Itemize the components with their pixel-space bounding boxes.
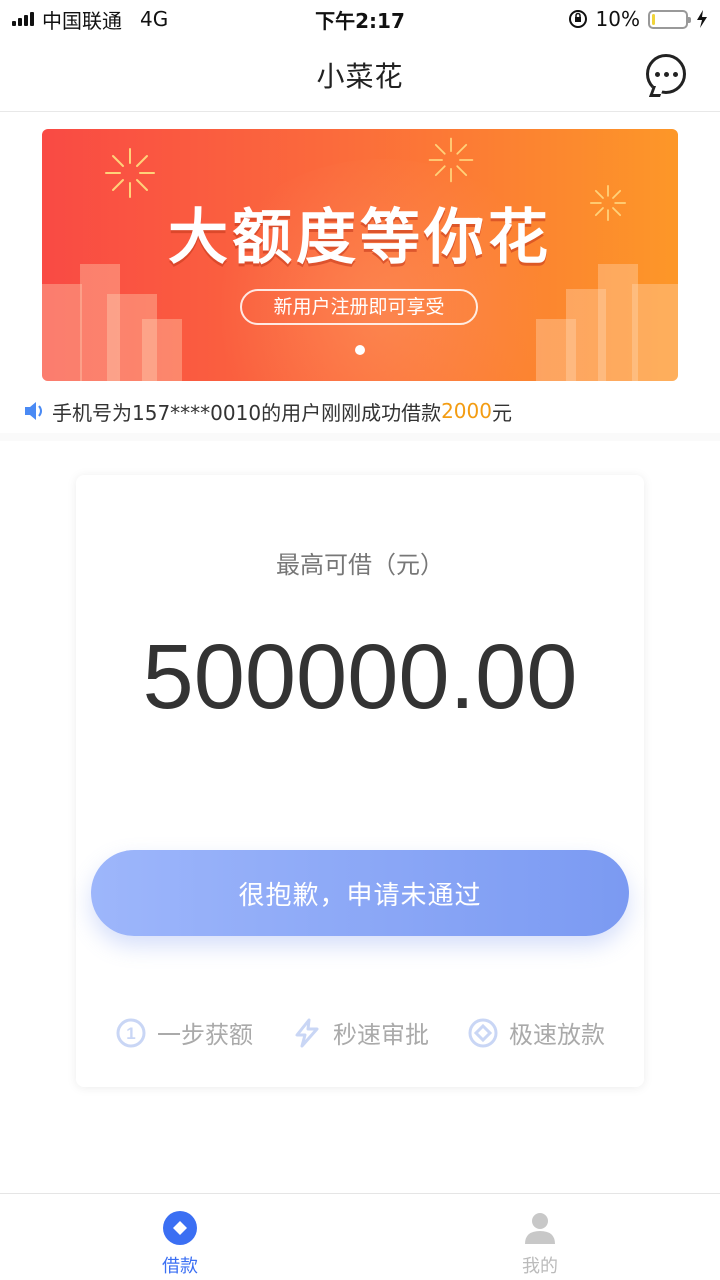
tab-bar: 借款 我的 [0, 1193, 720, 1280]
feature-item: 秒速审批 [291, 1015, 429, 1050]
feature-label: 极速放款 [509, 1021, 605, 1049]
rotation-lock-icon [568, 10, 587, 28]
feature-label: 一步获额 [157, 1021, 253, 1049]
battery-icon [648, 9, 691, 29]
network-label: 4G [140, 7, 169, 31]
apply-status-button[interactable]: 很抱歉，申请未通过 [91, 850, 629, 936]
signal-icon [12, 12, 34, 26]
divider [0, 433, 720, 441]
svg-text:1: 1 [126, 1024, 135, 1043]
page-title: 小菜花 [316, 59, 404, 93]
tab-label: 借款 [162, 1256, 198, 1277]
tab-loan[interactable]: 借款 [0, 1194, 360, 1280]
battery-percent: 10% [595, 7, 640, 31]
feature-item: 极速放款 [467, 1015, 605, 1050]
max-loan-label: 最高可借（元） [276, 551, 444, 579]
loan-notice: 手机号为157****0010的用户刚刚成功借款 2000 元 [22, 396, 512, 426]
feature-list: 1 一步获额 秒速审批 极速放款 [76, 1015, 644, 1050]
tab-mine[interactable]: 我的 [360, 1194, 720, 1280]
max-loan-amount: 500000.00 [142, 626, 578, 728]
status-left: 中国联通 4G [12, 5, 168, 34]
loan-card: 最高可借（元） 500000.00 很抱歉，申请未通过 1 一步获额 秒速审批 [76, 475, 644, 1087]
status-right: 10% [568, 7, 708, 31]
charging-icon [697, 10, 707, 28]
feature-label: 秒速审批 [333, 1021, 429, 1049]
banner-subtitle: 新用户注册即可享受 [240, 289, 478, 325]
carousel-indicator [355, 345, 365, 355]
feature-item: 1 一步获额 [115, 1015, 253, 1050]
diamond-circle-icon [467, 1017, 499, 1049]
status-bar: 中国联通 4G 下午2:17 10% [0, 0, 720, 38]
number-one-circle-icon: 1 [115, 1017, 147, 1049]
loan-icon [163, 1211, 197, 1245]
carrier-label: 中国联通 [42, 8, 122, 33]
promo-banner[interactable]: 大额度等你花 新用户注册即可享受 [42, 129, 678, 381]
chat-bubble-more-icon[interactable] [646, 54, 686, 94]
firework-icon [428, 137, 474, 183]
notice-amount: 2000 [441, 399, 492, 423]
tab-label: 我的 [522, 1256, 558, 1277]
lightning-icon [291, 1017, 323, 1049]
notice-text: 手机号为157****0010的用户刚刚成功借款 [52, 400, 442, 425]
user-icon [525, 1213, 555, 1244]
speaker-icon [25, 402, 42, 420]
banner-headline: 大额度等你花 [168, 203, 552, 273]
notice-unit: 元 [491, 400, 512, 425]
nav-bar: 小菜花 [0, 38, 720, 112]
